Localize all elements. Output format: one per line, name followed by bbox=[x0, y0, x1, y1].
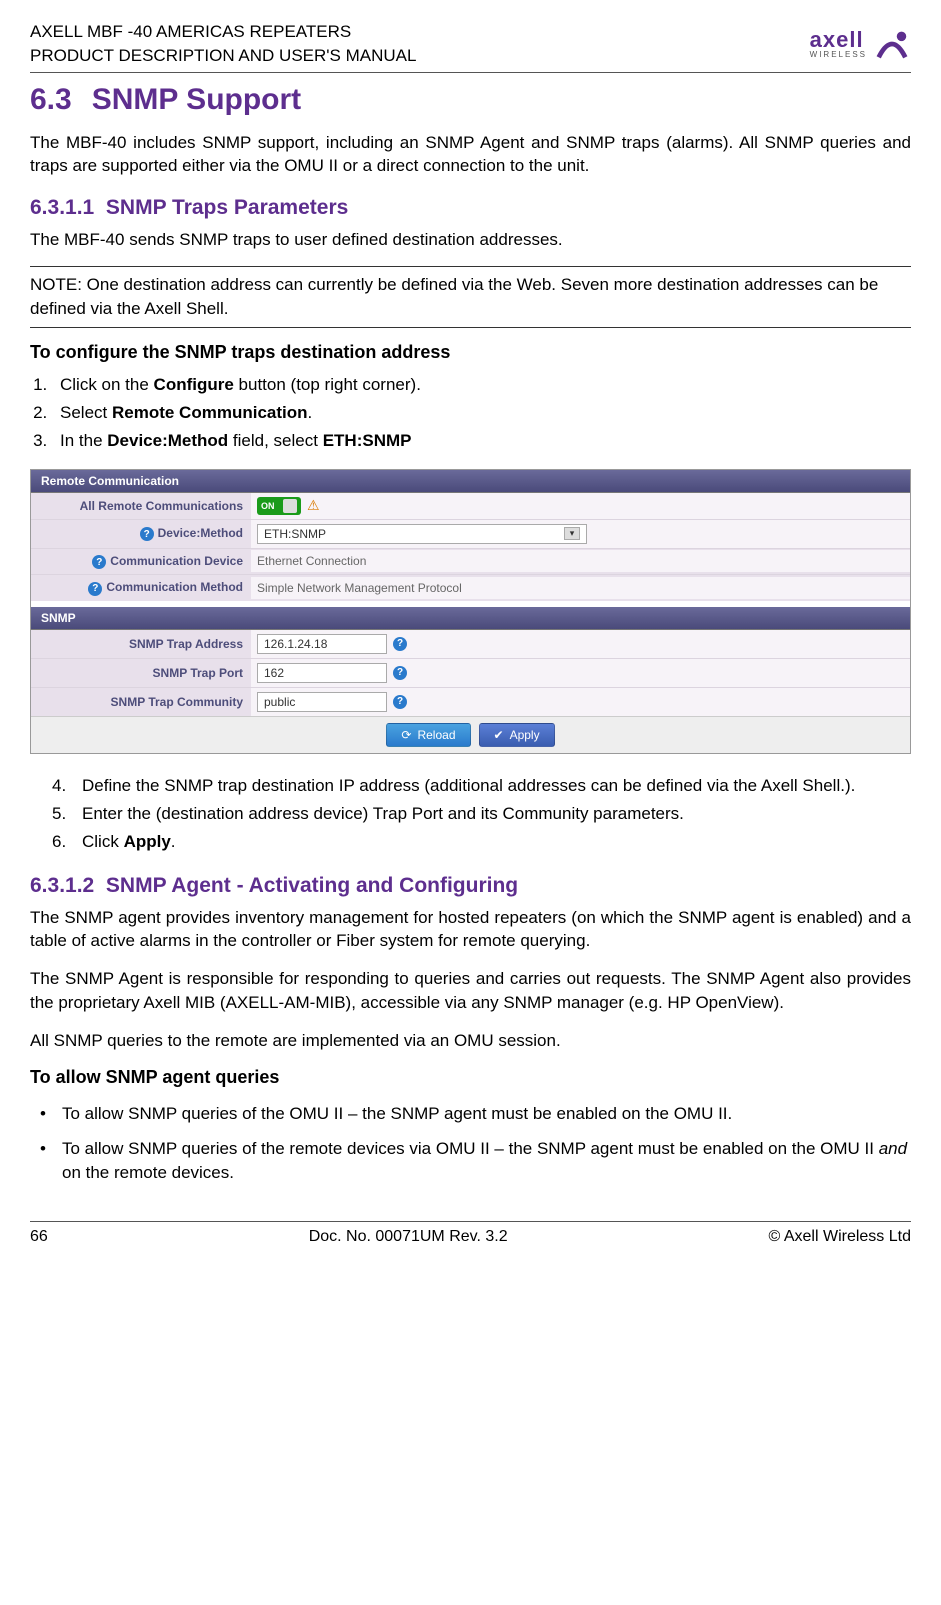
help-icon[interactable]: ? bbox=[393, 637, 407, 651]
subsection-2-number: 6.3.1.2 bbox=[30, 874, 94, 897]
subsection-1-number: 6.3.1.1 bbox=[30, 196, 94, 219]
step-5: Enter the (destination address device) T… bbox=[52, 800, 911, 828]
check-icon: ✔ bbox=[494, 728, 504, 742]
comm-method-value: Simple Network Management Protocol bbox=[251, 577, 910, 599]
panel-footer: ⟳ Reload ✔ Apply bbox=[31, 716, 910, 753]
comm-device-label: Communication Device bbox=[110, 554, 243, 568]
step-6: Click Apply. bbox=[52, 828, 911, 856]
apply-button[interactable]: ✔ Apply bbox=[479, 723, 555, 747]
sub2-p2: The SNMP Agent is responsible for respon… bbox=[30, 967, 911, 1015]
step-2: Select Remote Communication. bbox=[52, 399, 911, 427]
trap-addr-label: SNMP Trap Address bbox=[31, 632, 251, 656]
page-header: AXELL MBF -40 AMERICAS REPEATERS PRODUCT… bbox=[30, 20, 911, 73]
logo-sub-text: WIRELESS bbox=[810, 51, 867, 59]
remote-comm-panel-header: Remote Communication bbox=[31, 470, 910, 493]
page-footer: 66 Doc. No. 00071UM Rev. 3.2 © Axell Wir… bbox=[30, 1221, 911, 1246]
bullet-2: To allow SNMP queries of the remote devi… bbox=[30, 1131, 911, 1191]
copyright: © Axell Wireless Ltd bbox=[768, 1228, 911, 1246]
bullet-list: To allow SNMP queries of the OMU II – th… bbox=[30, 1096, 911, 1191]
snmp-panel-body: SNMP Trap Address 126.1.24.18 ? SNMP Tra… bbox=[31, 630, 910, 716]
doc-number: Doc. No. 00071UM Rev. 3.2 bbox=[309, 1228, 508, 1246]
trap-port-label: SNMP Trap Port bbox=[31, 661, 251, 685]
logo-brand-text: axell bbox=[810, 29, 867, 51]
config-procedure-head: To configure the SNMP traps destination … bbox=[30, 342, 911, 363]
reload-icon: ⟳ bbox=[401, 728, 411, 742]
remote-comm-panel-body: All Remote Communications ON ⚠ ? Device:M… bbox=[31, 493, 910, 601]
dropdown-arrow-icon: ▾ bbox=[564, 527, 580, 540]
help-icon[interactable]: ? bbox=[393, 695, 407, 709]
page-number: 66 bbox=[30, 1228, 48, 1246]
section-title: SNMP Support bbox=[92, 83, 301, 116]
comm-device-value: Ethernet Connection bbox=[251, 550, 910, 572]
bullet-1: To allow SNMP queries of the OMU II – th… bbox=[30, 1096, 911, 1132]
device-method-label: Device:Method bbox=[158, 526, 243, 540]
header-line-1: AXELL MBF -40 AMERICAS REPEATERS bbox=[30, 20, 416, 44]
toggle-knob-icon bbox=[283, 499, 297, 513]
subsection-1-title: SNMP Traps Parameters bbox=[106, 196, 348, 219]
warning-icon: ⚠ bbox=[307, 497, 320, 514]
snmp-panel-header: SNMP bbox=[31, 607, 910, 630]
help-icon[interactable]: ? bbox=[140, 527, 154, 541]
header-line-2: PRODUCT DESCRIPTION AND USER'S MANUAL bbox=[30, 44, 416, 68]
embedded-screenshot: Remote Communication All Remote Communic… bbox=[30, 469, 911, 754]
help-icon[interactable]: ? bbox=[88, 582, 102, 596]
note-box: NOTE: One destination address can curren… bbox=[30, 266, 911, 328]
all-remote-toggle[interactable]: ON bbox=[257, 497, 301, 515]
sub2-p1: The SNMP agent provides inventory manage… bbox=[30, 906, 911, 954]
trap-port-input[interactable]: 162 bbox=[257, 663, 387, 683]
reload-button[interactable]: ⟳ Reload bbox=[386, 723, 470, 747]
step-4: Define the SNMP trap destination IP addr… bbox=[52, 772, 911, 800]
all-remote-label: All Remote Communications bbox=[31, 494, 251, 518]
steps-list-1: Click on the Configure button (top right… bbox=[52, 371, 911, 455]
section-intro: The MBF-40 includes SNMP support, includ… bbox=[30, 131, 911, 179]
comm-method-label: Communication Method bbox=[106, 580, 243, 594]
trap-addr-input[interactable]: 126.1.24.18 bbox=[257, 634, 387, 654]
sub1-text: The MBF-40 sends SNMP traps to user defi… bbox=[30, 228, 911, 252]
section-heading: 6.3 SNMP Support bbox=[30, 83, 911, 117]
trap-comm-label: SNMP Trap Community bbox=[31, 690, 251, 714]
device-method-select[interactable]: ETH:SNMP ▾ bbox=[257, 524, 587, 544]
step-3: In the Device:Method field, select ETH:S… bbox=[52, 427, 911, 455]
subsection-2-title: SNMP Agent - Activating and Configuring bbox=[106, 874, 518, 897]
step-1: Click on the Configure button (top right… bbox=[52, 371, 911, 399]
header-title-block: AXELL MBF -40 AMERICAS REPEATERS PRODUCT… bbox=[30, 20, 416, 68]
help-icon[interactable]: ? bbox=[393, 666, 407, 680]
help-icon[interactable]: ? bbox=[92, 555, 106, 569]
axell-logo: axell WIRELESS bbox=[810, 25, 911, 63]
subsection-2-heading: 6.3.1.2 SNMP Agent - Activating and Conf… bbox=[30, 874, 911, 898]
logo-mark-icon bbox=[873, 25, 911, 63]
section-number: 6.3 bbox=[30, 83, 72, 116]
device-method-value: ETH:SNMP bbox=[264, 527, 326, 541]
allow-queries-head: To allow SNMP agent queries bbox=[30, 1067, 911, 1088]
subsection-1-heading: 6.3.1.1 SNMP Traps Parameters bbox=[30, 196, 911, 220]
steps-list-2: Define the SNMP trap destination IP addr… bbox=[52, 772, 911, 856]
trap-community-input[interactable]: public bbox=[257, 692, 387, 712]
sub2-p3: All SNMP queries to the remote are imple… bbox=[30, 1029, 911, 1053]
